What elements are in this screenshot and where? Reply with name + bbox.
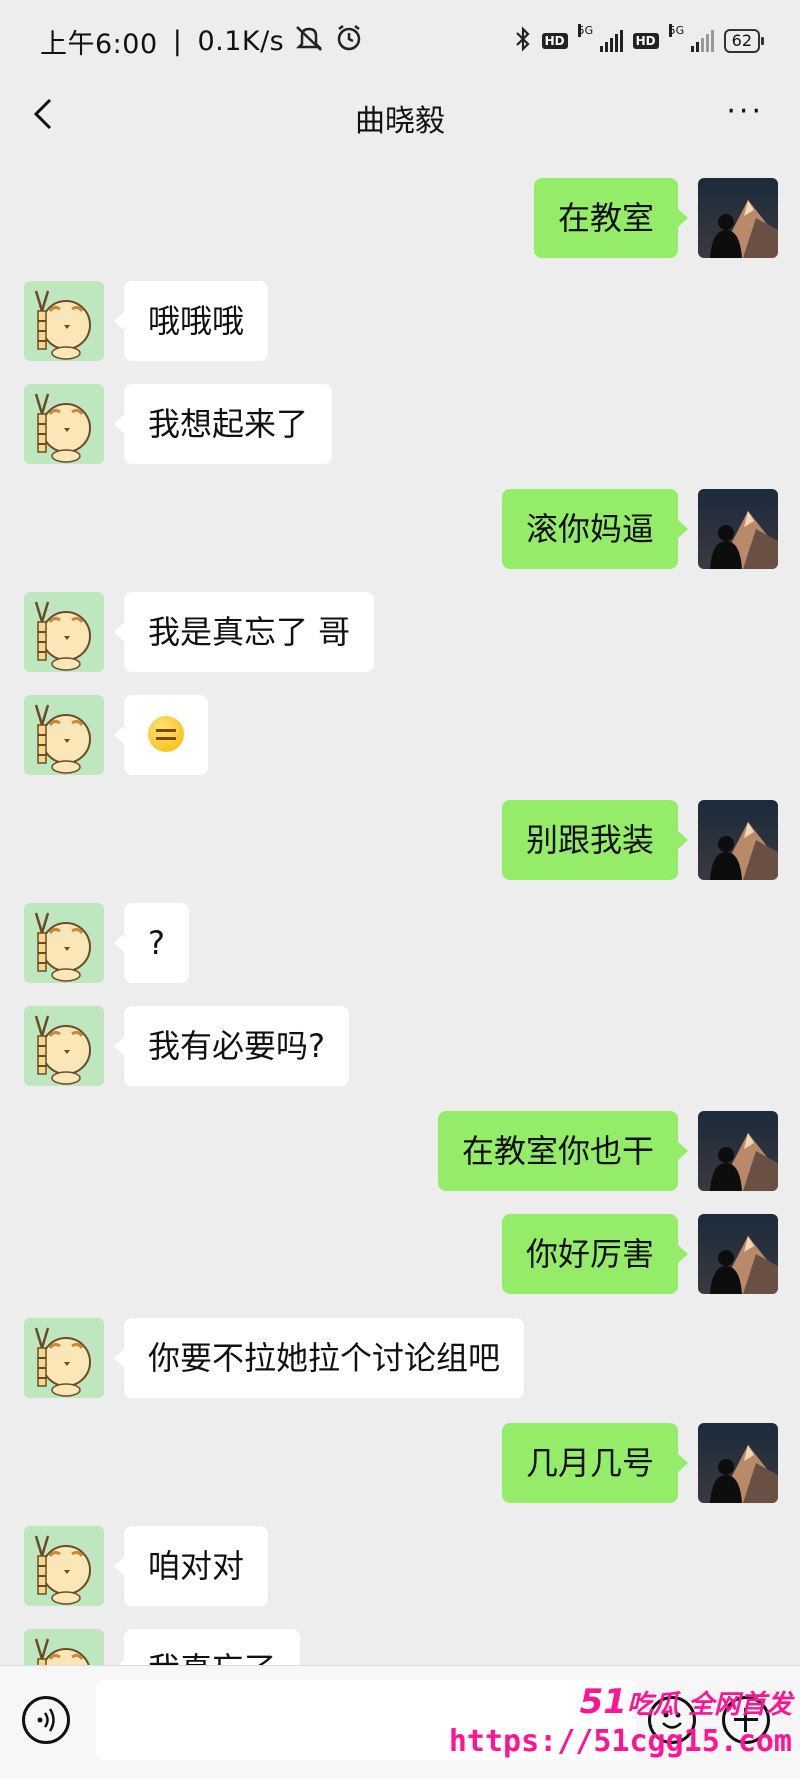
contact-avatar[interactable] xyxy=(24,384,104,464)
message-row: 几月几号 xyxy=(501,1423,778,1503)
network-type-2: 5G xyxy=(668,24,685,37)
message-row: 我想起来了 xyxy=(24,384,333,464)
contact-avatar[interactable] xyxy=(24,903,104,983)
expressionless-sweat-emoji-icon xyxy=(148,716,184,752)
message-row: 在教室 xyxy=(533,178,778,258)
status-left: 上午6:00 | 0.1K/s xyxy=(40,22,364,61)
my-avatar[interactable] xyxy=(698,1423,778,1503)
message-bubble-sent[interactable]: 你好厉害 xyxy=(501,1214,689,1294)
watermark-line1: 51吃瓜 全网首发 xyxy=(449,1682,792,1722)
message-bubble-sent[interactable]: 在教室 xyxy=(533,178,689,258)
status-time: 上午6:00 xyxy=(40,29,158,60)
bluetooth-icon xyxy=(514,26,532,56)
contact-avatar[interactable] xyxy=(24,695,104,775)
contact-avatar[interactable] xyxy=(24,1318,104,1398)
contact-avatar[interactable] xyxy=(24,1526,104,1606)
my-avatar[interactable] xyxy=(698,178,778,258)
contact-avatar[interactable] xyxy=(24,1006,104,1086)
status-right: HD 5G HD 5G 62 xyxy=(514,24,765,56)
chat-header: 曲晓毅 ··· xyxy=(0,80,800,150)
voice-button[interactable] xyxy=(22,1696,70,1744)
message-bubble-received[interactable]: 你要不拉她拉个讨论组吧 xyxy=(113,1318,525,1398)
watermark-text: 吃瓜 全网首发 xyxy=(626,1690,792,1720)
message-bubble-received[interactable]: ? xyxy=(114,903,189,983)
hd-badge-1: HD xyxy=(541,33,568,49)
voice-icon xyxy=(37,1708,55,1732)
message-list[interactable]: 在教室 哦哦哦 我想起来了 滚你妈逼 我是真忘了 哥 别跟我装 ? 我有必要吗?… xyxy=(0,150,800,1665)
message-bubble-received[interactable] xyxy=(114,695,208,775)
message-bubble-sent[interactable]: 在教室你也干 xyxy=(437,1111,689,1191)
signal-icon-1: 5G xyxy=(577,24,623,52)
message-row: 别跟我装 xyxy=(501,800,778,880)
my-avatar[interactable] xyxy=(698,1111,778,1191)
contact-avatar[interactable] xyxy=(24,1629,104,1665)
my-avatar[interactable] xyxy=(698,489,778,569)
watermark-number: 51 xyxy=(579,1682,627,1722)
network-type-1: 5G xyxy=(577,24,594,37)
more-options-button[interactable]: ··· xyxy=(726,97,764,127)
message-bubble-received[interactable]: 我想起来了 xyxy=(113,384,333,464)
message-row: 滚你妈逼 xyxy=(501,489,778,569)
message-row: 在教室你也干 xyxy=(437,1111,778,1191)
message-row: 哦哦哦 xyxy=(24,281,269,361)
contact-avatar[interactable] xyxy=(24,281,104,361)
message-bubble-sent[interactable]: 别跟我装 xyxy=(501,800,689,880)
contact-avatar[interactable] xyxy=(24,592,104,672)
message-bubble-received[interactable]: 咱对对 xyxy=(113,1526,269,1606)
alarm-icon xyxy=(334,23,364,60)
watermark-url: https://51cgg15.com xyxy=(448,1724,792,1759)
message-bubble-sent[interactable]: 几月几号 xyxy=(501,1423,689,1503)
hd-badge-2: HD xyxy=(632,33,659,49)
message-row: 你要不拉她拉个讨论组吧 xyxy=(24,1318,525,1398)
message-row: 我真忘了 xyxy=(24,1629,301,1665)
battery-level: 62 xyxy=(731,31,752,50)
watermark: 51吃瓜 全网首发 https://51cgg15.com xyxy=(449,1682,792,1759)
signal-icon-2: 5G xyxy=(668,24,714,52)
mute-icon xyxy=(293,24,325,59)
message-row xyxy=(24,695,208,775)
message-bubble-received[interactable]: 哦哦哦 xyxy=(113,281,269,361)
chat-title: 曲晓毅 xyxy=(355,104,445,139)
message-row: 我有必要吗? xyxy=(24,1006,349,1086)
my-avatar[interactable] xyxy=(698,800,778,880)
message-bubble-received[interactable]: 我有必要吗? xyxy=(114,1006,349,1086)
message-row: 你好厉害 xyxy=(501,1214,778,1294)
status-bar: 上午6:00 | 0.1K/s HD 5G HD 5G 62 xyxy=(0,0,800,80)
network-speed: 0.1K/s xyxy=(197,26,285,57)
my-avatar[interactable] xyxy=(698,1214,778,1294)
message-bubble-sent[interactable]: 滚你妈逼 xyxy=(501,489,689,569)
battery-icon: 62 xyxy=(723,29,765,53)
message-bubble-received[interactable]: 我是真忘了 哥 xyxy=(113,592,375,672)
message-row: 咱对对 xyxy=(24,1526,269,1606)
message-row: 我是真忘了 哥 xyxy=(24,592,375,672)
message-bubble-received[interactable]: 我真忘了 xyxy=(113,1629,301,1665)
status-divider: | xyxy=(172,26,183,57)
message-row: ? xyxy=(24,903,189,983)
